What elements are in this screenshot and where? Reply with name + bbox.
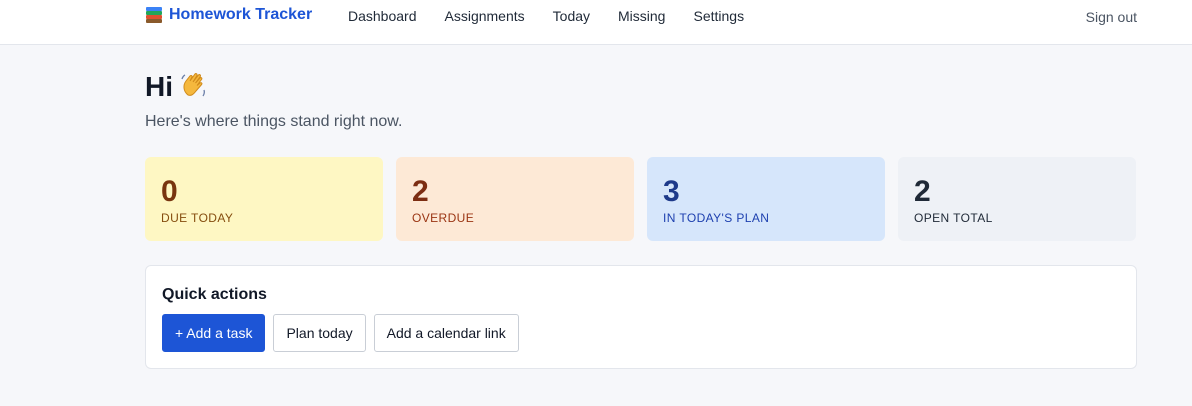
nav-assignments[interactable]: Assignments bbox=[445, 8, 525, 24]
brand-name: Homework Tracker bbox=[169, 6, 313, 23]
main-nav: Dashboard Assignments Today Missing Sett… bbox=[348, 8, 772, 24]
stat-value: 2 bbox=[914, 175, 931, 208]
stat-card-open-total[interactable]: 2 OPEN TOTAL bbox=[898, 157, 1136, 241]
stat-label: IN TODAY'S PLAN bbox=[663, 211, 770, 225]
quick-actions-buttons: + Add a task Plan today Add a calendar l… bbox=[162, 314, 519, 352]
quick-actions-title: Quick actions bbox=[162, 286, 267, 303]
page-title: Hi bbox=[145, 70, 209, 104]
nav-today[interactable]: Today bbox=[553, 8, 590, 24]
page-subtitle: Here's where things stand right now. bbox=[145, 113, 403, 130]
greeting-text: Hi bbox=[145, 71, 173, 102]
plan-today-button[interactable]: Plan today bbox=[273, 314, 366, 352]
stat-label: OPEN TOTAL bbox=[914, 211, 993, 225]
stat-value: 3 bbox=[663, 175, 680, 208]
stats-row: 0 DUE TODAY 2 OVERDUE 3 IN TODAY'S PLAN … bbox=[145, 157, 1136, 241]
top-nav-bar: Homework Tracker Dashboard Assignments T… bbox=[0, 0, 1192, 45]
add-calendar-link-button[interactable]: Add a calendar link bbox=[373, 314, 519, 352]
quick-actions-panel: Quick actions + Add a task Plan today Ad… bbox=[145, 265, 1137, 369]
waving-hand-icon bbox=[179, 70, 209, 104]
stat-label: DUE TODAY bbox=[161, 211, 234, 225]
brand-link[interactable]: Homework Tracker bbox=[145, 6, 312, 24]
nav-missing[interactable]: Missing bbox=[618, 8, 665, 24]
add-task-button[interactable]: + Add a task bbox=[162, 314, 266, 352]
stat-card-due-today[interactable]: 0 DUE TODAY bbox=[145, 157, 383, 241]
stat-value: 0 bbox=[161, 175, 178, 208]
nav-dashboard[interactable]: Dashboard bbox=[348, 8, 417, 24]
stat-card-overdue[interactable]: 2 OVERDUE bbox=[396, 157, 634, 241]
sign-out-button[interactable]: Sign out bbox=[1086, 9, 1137, 25]
stat-card-todays-plan[interactable]: 3 IN TODAY'S PLAN bbox=[647, 157, 885, 241]
nav-settings[interactable]: Settings bbox=[693, 8, 744, 24]
stat-label: OVERDUE bbox=[412, 211, 475, 225]
stat-value: 2 bbox=[412, 175, 429, 208]
books-icon bbox=[145, 6, 163, 24]
